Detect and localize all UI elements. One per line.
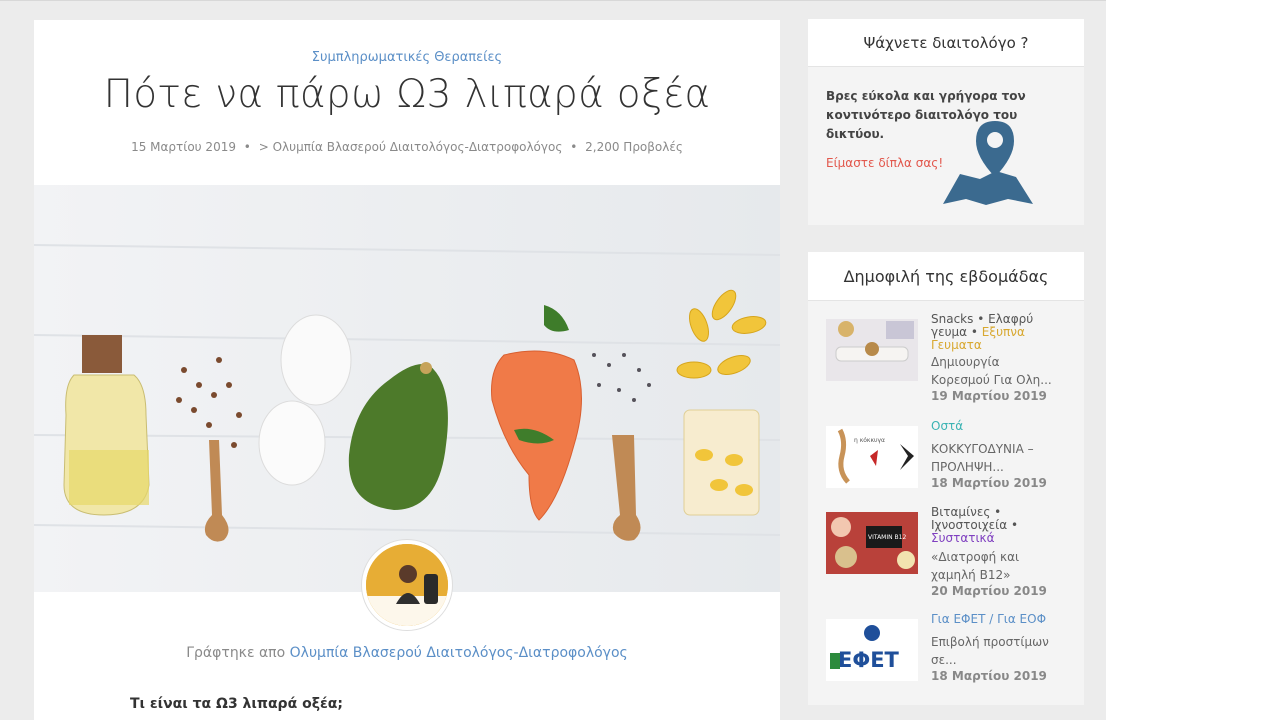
popular-widget-title: Δημοφιλή της εβδομάδας bbox=[808, 252, 1084, 301]
article-views: 2,200 Προβολές bbox=[585, 140, 683, 154]
post-title-link[interactable]: «Διατροφή και χαμηλή Β12» bbox=[931, 548, 1056, 584]
post-date: 19 Μαρτίου 2019 bbox=[931, 389, 1047, 403]
article-title: Πότε να πάρω Ω3 λιπαρά οξέα bbox=[103, 72, 711, 117]
category-link[interactable]: Για ΕΦΕΤ / Για ΕΟΦ bbox=[931, 612, 1046, 626]
post-categories[interactable]: Για ΕΦΕΤ / Για ΕΟΦ bbox=[931, 613, 1061, 626]
map-pin-icon[interactable] bbox=[938, 119, 1038, 209]
post-date: 18 Μαρτίου 2019 bbox=[931, 669, 1047, 683]
vitamin-label: VITAMIN B12 bbox=[868, 534, 906, 541]
category-link[interactable]: Snacks bbox=[931, 312, 973, 326]
meta-separator: • bbox=[570, 140, 578, 154]
post-thumbnail[interactable] bbox=[826, 319, 918, 381]
post-thumbnail[interactable]: ΕΦΕΤ bbox=[826, 619, 918, 681]
hero-image bbox=[34, 185, 780, 592]
popular-week-widget: Δημοφιλή της εβδομάδας Snacks • Ελαφρύ γ… bbox=[808, 252, 1084, 705]
post-categories[interactable]: Snacks • Ελαφρύ γευμα • Εξυπνα Γευματα bbox=[931, 313, 1061, 352]
post-categories[interactable]: Οστά bbox=[931, 420, 1061, 433]
byline-author-link[interactable]: Ολυμπία Βλασερού Διαιτολόγος-Διατροφολόγ… bbox=[290, 645, 628, 661]
byline-prefix: Γράφτηκε απο bbox=[186, 645, 286, 661]
svg-text:η κόκκυγα: η κόκκυγα bbox=[854, 437, 885, 444]
popular-post[interactable]: ΕΦΕΤ Για ΕΦΕΤ / Για ΕΟΦ Επιβολή προστίμω… bbox=[826, 613, 1076, 699]
category-link[interactable]: Ιχνοστοιχεία bbox=[931, 518, 1007, 532]
article-category-link[interactable]: Συμπληρωματικές Θεραπείες bbox=[34, 50, 780, 65]
post-thumbnail[interactable]: VITAMIN B12 bbox=[826, 512, 918, 574]
finder-widget-title: Ψάχνετε διαιτολόγο ? bbox=[808, 19, 1084, 67]
category-link[interactable]: Οστά bbox=[931, 419, 963, 433]
article-card: Συμπληρωματικές Θεραπείες Πότε να πάρω Ω… bbox=[34, 20, 780, 720]
post-title-link[interactable]: ΚΟΚΚΥΓΟΔΥΝΙΑ – ΠΡΟΛΗΨΗ... bbox=[931, 440, 1056, 476]
efet-logo-text: ΕΦΕΤ bbox=[838, 648, 900, 672]
post-title-link[interactable]: Επιβολή προστίμων σε... bbox=[931, 633, 1056, 669]
meta-separator: • bbox=[243, 140, 251, 154]
category-link[interactable]: Βιταμίνες bbox=[931, 505, 990, 519]
finder-near-link[interactable]: Είμαστε δίπλα σας! bbox=[826, 156, 943, 170]
post-categories[interactable]: Βιταμίνες • Ιχνοστοιχεία • Συστατικά bbox=[931, 506, 1061, 545]
article-subheading: Τι είναι τα Ω3 λιπαρά οξέα; bbox=[130, 696, 343, 712]
popular-post[interactable]: VITAMIN B12 Βιταμίνες • Ιχνοστοιχεία • Σ… bbox=[826, 506, 1076, 598]
popular-post[interactable]: η κόκκυγα Οστά ΚΟΚΚΥΓΟΔΥΝΙΑ – ΠΡΟΛΗΨΗ...… bbox=[826, 420, 1076, 506]
post-title-link[interactable]: Δημιουργία Κορεσμού Για Ολη... bbox=[931, 353, 1056, 389]
popular-post[interactable]: Snacks • Ελαφρύ γευμα • Εξυπνα Γευματα Δ… bbox=[826, 313, 1076, 403]
post-date: 20 Μαρτίου 2019 bbox=[931, 584, 1047, 598]
dietitian-finder-widget[interactable]: Ψάχνετε διαιτολόγο ? Βρες εύκολα και γρή… bbox=[808, 19, 1084, 225]
category-link[interactable]: Συστατικά bbox=[931, 531, 995, 545]
author-byline: Γράφτηκε απο Ολυμπία Βλασερού Διαιτολόγο… bbox=[34, 645, 780, 661]
post-thumbnail[interactable]: η κόκκυγα bbox=[826, 426, 918, 488]
post-date: 18 Μαρτίου 2019 bbox=[931, 476, 1047, 490]
article-meta: 15 Μαρτίου 2019 • > Ολυμπία Βλασερού Δια… bbox=[34, 140, 780, 154]
author-avatar[interactable] bbox=[362, 540, 452, 630]
article-author-link[interactable]: > Ολυμπία Βλασερού Διαιτολόγος-Διατροφολ… bbox=[259, 140, 563, 154]
article-date: 15 Μαρτίου 2019 bbox=[131, 140, 236, 154]
